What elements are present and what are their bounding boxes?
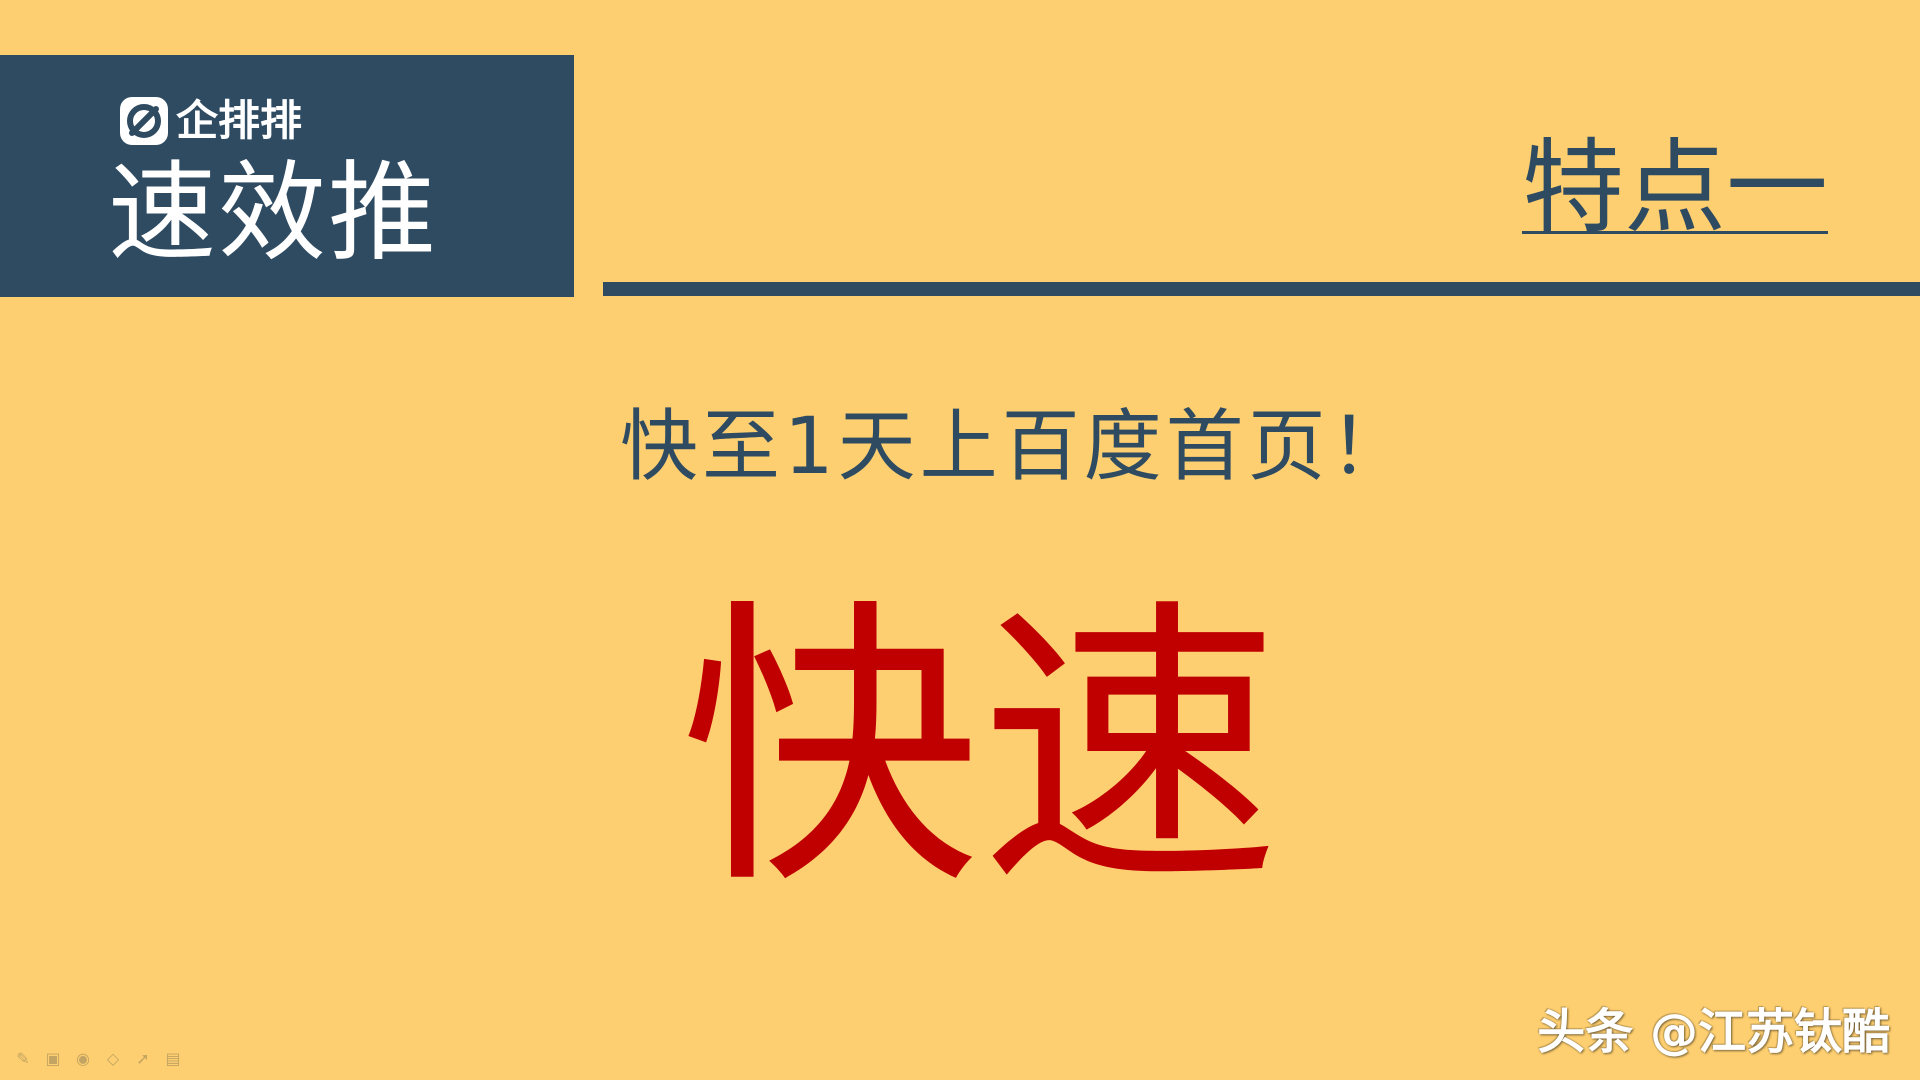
product-name: 速效推 — [108, 151, 439, 276]
qipaipai-logo-icon — [120, 97, 168, 145]
slide-headline: 快速 — [680, 575, 1280, 924]
slide-subtitle: 快至1天上百度首页！ — [620, 402, 1412, 492]
header-divider — [603, 282, 1920, 296]
eye-icon[interactable]: ◉ — [72, 1048, 94, 1070]
screen-icon[interactable]: ▤ — [162, 1048, 184, 1070]
image-icon[interactable]: ▣ — [42, 1048, 64, 1070]
brand-block: 企排排 速效推 — [0, 55, 574, 297]
slideshow-toolbar: ✎ ▣ ◉ ◇ ➚ ▤ — [12, 1046, 184, 1072]
brand-logo-row: 企排排 — [118, 93, 302, 149]
eraser-icon[interactable]: ◇ — [102, 1048, 124, 1070]
feature-title: 特点一 — [1522, 129, 1828, 248]
brand-name: 企排排 — [176, 96, 303, 145]
pen-icon[interactable]: ✎ — [12, 1048, 34, 1070]
watermark: 头条 @江苏钛酷 — [1537, 1004, 1890, 1060]
pointer-icon[interactable]: ➚ — [132, 1048, 154, 1070]
